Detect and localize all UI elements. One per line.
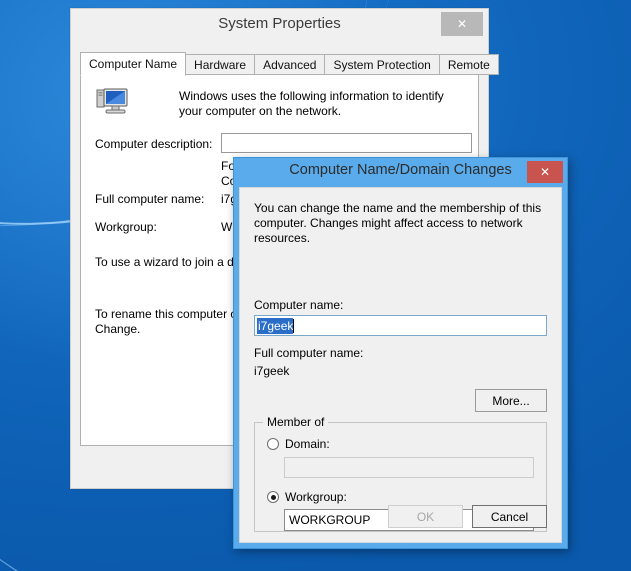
computer-name-label: Computer name:: [254, 298, 344, 312]
full-computer-name-label: Full computer name:: [95, 192, 205, 206]
computer-description-input[interactable]: [221, 133, 472, 153]
domain-radio-button[interactable]: [267, 438, 279, 450]
system-properties-intro-text: Windows uses the following information t…: [179, 89, 444, 118]
dialog-intro-text: You can change the name and the membersh…: [254, 201, 542, 245]
close-icon[interactable]: ✕: [527, 161, 563, 183]
dialog-full-computer-name-value: i7geek: [254, 364, 290, 378]
system-properties-tabstrip: Computer Name Hardware Advanced System P…: [80, 52, 499, 76]
dialog-body: You can change the name and the membersh…: [239, 187, 562, 543]
tab-computer-name[interactable]: Computer Name: [80, 52, 187, 76]
computer-name-domain-changes-dialog: Computer Name/Domain Changes ✕ You can c…: [233, 157, 568, 549]
more-button[interactable]: More...: [475, 389, 547, 412]
computer-monitor-icon: [96, 88, 128, 114]
domain-input: [284, 457, 534, 478]
system-properties-titlebar[interactable]: System Properties ✕: [71, 9, 488, 42]
dialog-titlebar[interactable]: Computer Name/Domain Changes ✕: [234, 158, 567, 187]
workgroup-radio-label: Workgroup:: [285, 490, 347, 504]
member-of-legend: Member of: [263, 415, 329, 429]
workgroup-radio-row[interactable]: Workgroup:: [267, 490, 347, 504]
computer-description-label: Computer description:: [95, 137, 213, 151]
ok-button[interactable]: OK: [388, 505, 463, 528]
domain-radio-label: Domain:: [285, 437, 330, 451]
dialog-full-computer-name-label: Full computer name:: [254, 346, 364, 360]
domain-radio-row[interactable]: Domain:: [267, 437, 330, 451]
dialog-title: Computer Name/Domain Changes: [289, 162, 512, 178]
system-properties-title: System Properties: [218, 15, 341, 32]
computer-name-input[interactable]: i7geek: [254, 315, 547, 336]
tab-hardware[interactable]: Hardware: [185, 54, 256, 75]
workgroup-label: Workgroup:: [95, 220, 157, 234]
computer-name-input-value: i7geek: [257, 317, 294, 334]
tab-remote[interactable]: Remote: [438, 54, 499, 75]
tab-system-protection[interactable]: System Protection: [324, 54, 440, 75]
tab-advanced[interactable]: Advanced: [254, 54, 326, 75]
workgroup-radio-button[interactable]: [267, 491, 279, 503]
cancel-button[interactable]: Cancel: [472, 505, 547, 528]
text-caret: [293, 318, 295, 333]
close-icon[interactable]: ✕: [441, 12, 483, 36]
